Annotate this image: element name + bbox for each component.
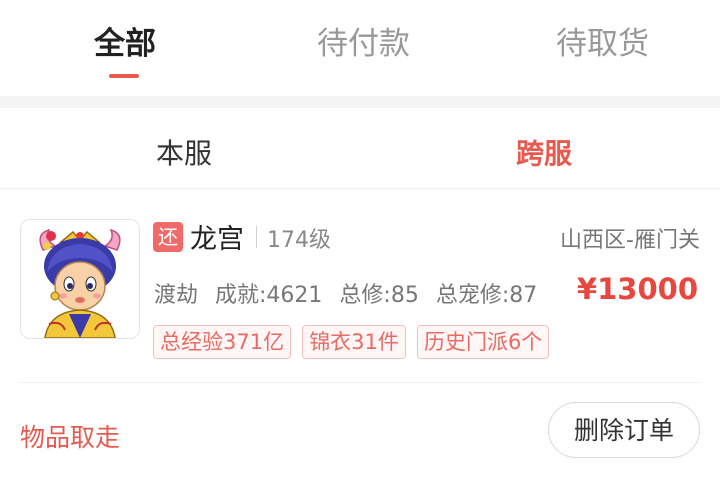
tag-history-schools: 历史门派6个 <box>417 325 550 359</box>
character-avatar <box>20 219 140 339</box>
stat-total-cultivation: 总修:85 <box>339 283 419 308</box>
tab-cross-server[interactable]: 跨服 <box>516 132 572 172</box>
title-divider <box>256 226 257 248</box>
character-portrait-icon <box>21 220 139 338</box>
top-tab-bar: 全部 待付款 待取货 <box>0 0 720 96</box>
tag-total-exp: 总经验371亿 <box>153 325 292 359</box>
tab-pending-pickup[interactable]: 待取货 <box>556 18 649 63</box>
stat-achievement: 成就:4621 <box>215 283 323 308</box>
order-card[interactable]: 还 龙宫 174级 山西区-雁门关 渡劫 成就:4621 总修:85 总宠修:8… <box>0 189 720 478</box>
delete-order-button[interactable]: 删除订单 <box>548 402 700 458</box>
tab-same-server[interactable]: 本服 <box>156 132 212 172</box>
tab-all[interactable]: 全部 <box>94 18 156 63</box>
active-tab-indicator <box>109 74 139 78</box>
stat-pet-cultivation: 总宠修:87 <box>435 283 538 308</box>
return-badge: 还 <box>153 222 183 252</box>
character-stats: 渡劫 成就:4621 总修:85 总宠修:87 <box>154 277 547 309</box>
server-name: 山西区-雁门关 <box>560 228 700 253</box>
character-school: 龙宫 <box>190 224 244 255</box>
character-level: 174级 <box>267 228 331 253</box>
tab-pending-payment[interactable]: 待付款 <box>317 18 410 63</box>
tag-costumes: 锦衣31件 <box>302 325 406 359</box>
order-divider <box>20 382 700 383</box>
section-gap <box>0 96 720 108</box>
tag-list: 总经验371亿 锦衣31件 历史门派6个 <box>153 325 555 359</box>
order-price: ¥13000 <box>576 272 698 306</box>
server-tab-bar: 本服 跨服 <box>0 108 720 189</box>
stat-dujie: 渡劫 <box>154 283 199 308</box>
order-status: 物品取走 <box>20 423 121 452</box>
